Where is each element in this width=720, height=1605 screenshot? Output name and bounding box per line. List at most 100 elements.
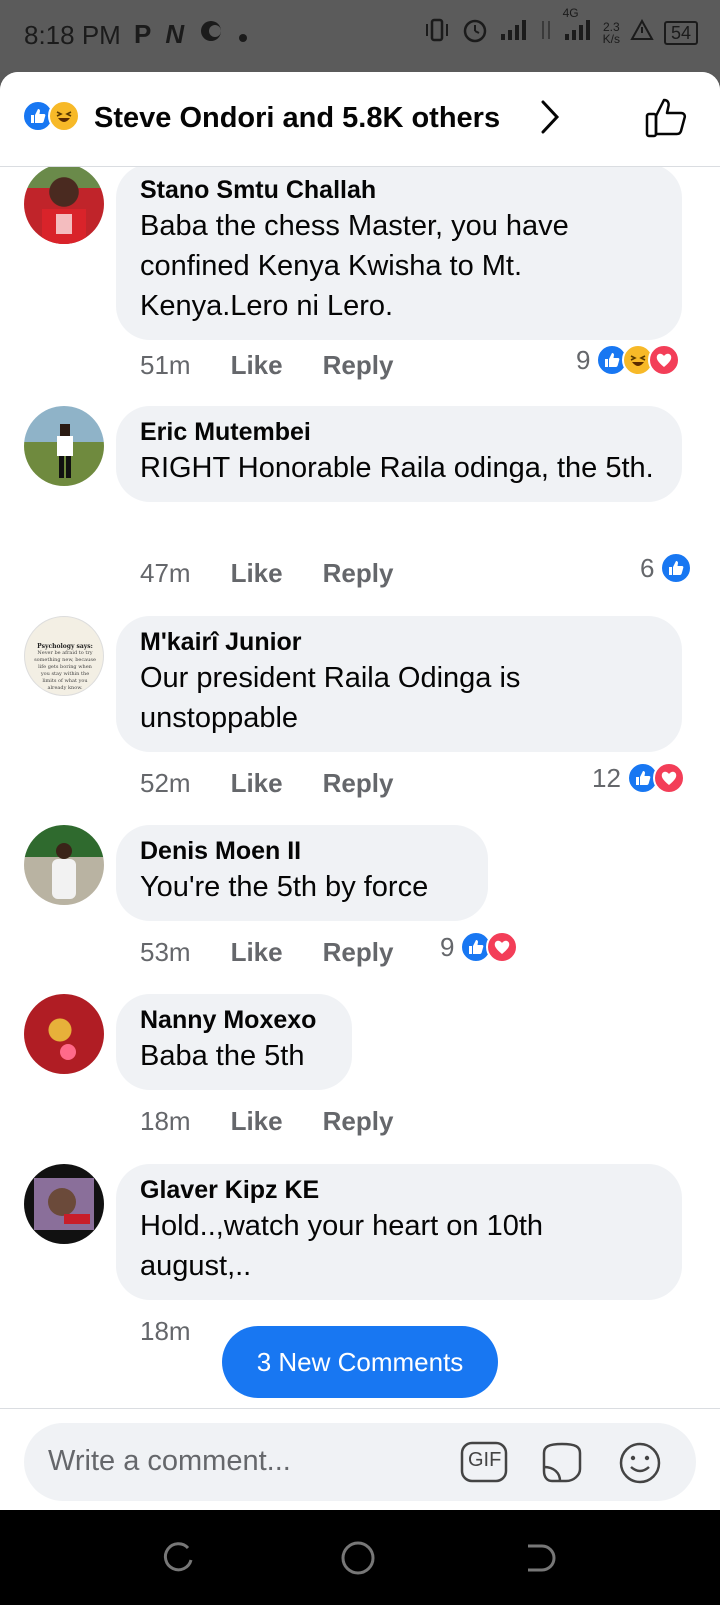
vibrate-icon (423, 17, 451, 49)
more-notifications-dot-icon (238, 19, 248, 50)
commenter-name[interactable]: Denis Moen II (140, 835, 464, 867)
like-reaction-icon (660, 552, 693, 584)
comment-text: Hold..,watch your heart on 10th august,.… (140, 1210, 544, 1282)
reply-button[interactable]: Reply (323, 1106, 394, 1137)
comment-text: Our president Raila Odinga is unstoppabl… (140, 662, 521, 734)
pinterest-notification-icon: P (134, 19, 152, 49)
network-speed-unit: K/s (602, 32, 620, 46)
news-notification-icon: N (165, 19, 185, 49)
network-speed: 2.3 K/s (603, 21, 620, 45)
psychology-body: Never be afraid to try something new, be… (34, 650, 96, 691)
chevron-right-icon[interactable] (540, 99, 560, 140)
comment-actions: 51m Like Reply (140, 350, 393, 381)
data-transfer-icon (539, 17, 553, 49)
network-type: 4G (562, 6, 579, 20)
avatar-psychology-quote: Psychology says: Never be afraid to try … (33, 643, 97, 692)
alarm-icon (461, 16, 489, 50)
reaction-count-value: 12 (592, 762, 621, 793)
comment-time: 47m (140, 558, 191, 588)
comment-input-placeholder: Write a comment... (48, 1445, 291, 1477)
avatar[interactable] (24, 994, 104, 1074)
comment-composer: Write a comment... GIF (0, 1408, 720, 1510)
like-button[interactable]: Like (231, 558, 283, 589)
love-reaction-icon (648, 344, 681, 376)
comment-actions: 18m (140, 1316, 191, 1347)
reaction-count[interactable]: 6 (640, 552, 693, 584)
avatar[interactable] (24, 1164, 104, 1244)
comment-text: Baba the chess Master, you have confined… (140, 210, 569, 322)
reply-button[interactable]: Reply (323, 937, 394, 968)
reaction-count[interactable]: 9 (440, 931, 519, 963)
system-nav-bar (0, 1510, 720, 1605)
reaction-count-value: 9 (440, 931, 455, 962)
commenter-name[interactable]: Nanny Moxexo (140, 1004, 328, 1036)
reactions-header[interactable]: Steve Ondori and 5.8K others (0, 72, 720, 167)
status-time: 8:18 PM (24, 20, 121, 50)
reply-button[interactable]: Reply (323, 768, 394, 799)
like-button[interactable]: Like (231, 350, 283, 381)
comment-text: You're the 5th by force (140, 871, 429, 903)
love-reaction-icon (652, 762, 685, 794)
avatar[interactable] (24, 164, 104, 244)
avatar[interactable] (24, 825, 104, 905)
reaction-icons (596, 344, 681, 376)
recent-apps-icon[interactable] (160, 1540, 196, 1581)
reaction-icons (460, 931, 519, 963)
reaction-count[interactable]: 12 (592, 762, 685, 794)
reaction-count-value: 6 (640, 552, 655, 583)
comment-bubble[interactable]: Eric Mutembei RIGHT Honorable Raila odin… (116, 406, 682, 502)
battery-icon: 54 (663, 21, 698, 45)
header-reaction-icons (22, 100, 82, 134)
home-icon[interactable] (340, 1540, 376, 1581)
like-button[interactable]: Like (231, 937, 283, 968)
psychology-title: Psychology says: (37, 643, 93, 650)
comment-bubble[interactable]: Stano Smtu Challah Baba the chess Master… (116, 164, 682, 340)
status-right-icons: 4G 2.3 K/s 54 (423, 6, 698, 50)
app-notification-icon (198, 18, 224, 51)
gif-button[interactable]: GIF (460, 1441, 508, 1488)
like-post-icon[interactable] (644, 96, 688, 145)
emoji-icon[interactable] (618, 1441, 662, 1490)
avatar[interactable]: Psychology says: Never be afraid to try … (24, 616, 104, 696)
like-button[interactable]: Like (231, 1106, 283, 1137)
comment-time: 51m (140, 350, 191, 380)
commenter-name[interactable]: Stano Smtu Challah (140, 174, 658, 206)
comment-time: 18m (140, 1316, 191, 1346)
reaction-count-value: 9 (576, 344, 591, 375)
comment-bubble[interactable]: M'kairî Junior Our president Raila Oding… (116, 616, 682, 752)
reaction-count[interactable]: 9 (576, 344, 681, 376)
comment-actions: 47m Like Reply (140, 558, 393, 589)
notification-icons: P N (134, 18, 248, 51)
signal-icon (499, 18, 529, 48)
sticker-icon[interactable] (538, 1441, 586, 1490)
gif-label: GIF (468, 1449, 502, 1471)
comment-actions: 18m Like Reply (140, 1106, 393, 1137)
reaction-icons (626, 762, 685, 794)
reply-button[interactable]: Reply (323, 558, 394, 589)
like-button[interactable]: Like (231, 768, 283, 799)
comment-actions: 52m Like Reply (140, 768, 393, 799)
comment-time: 52m (140, 768, 191, 798)
comment-input[interactable]: Write a comment... GIF (24, 1423, 696, 1501)
comment-text: RIGHT Honorable Raila odinga, the 5th. (140, 452, 654, 484)
comment-bubble[interactable]: Denis Moen II You're the 5th by force (116, 825, 488, 921)
reaction-icons (660, 552, 693, 584)
warning-icon (630, 18, 654, 47)
comment-actions: 53m Like Reply (140, 937, 393, 968)
avatar[interactable] (24, 406, 104, 486)
commenter-name[interactable]: Eric Mutembei (140, 416, 658, 448)
reactions-summary-text: Steve Ondori and 5.8K others (94, 102, 501, 134)
comment-text: Baba the 5th (140, 1040, 305, 1072)
love-reaction-icon (486, 931, 519, 963)
commenter-name[interactable]: M'kairî Junior (140, 626, 658, 658)
comment-time: 18m (140, 1106, 191, 1136)
reply-button[interactable]: Reply (323, 350, 394, 381)
comment-bubble[interactable]: Nanny Moxexo Baba the 5th (116, 994, 352, 1090)
haha-reaction-icon (48, 100, 80, 132)
comments-sheet: Steve Ondori and 5.8K others Stano Smtu … (0, 72, 720, 1510)
new-comments-button[interactable]: 3 New Comments (222, 1326, 498, 1398)
back-icon[interactable] (522, 1540, 558, 1581)
commenter-name[interactable]: Glaver Kipz KE (140, 1174, 658, 1206)
comment-bubble[interactable]: Glaver Kipz KE Hold..,watch your heart o… (116, 1164, 682, 1300)
signal-4g-icon: 4G (563, 6, 593, 48)
